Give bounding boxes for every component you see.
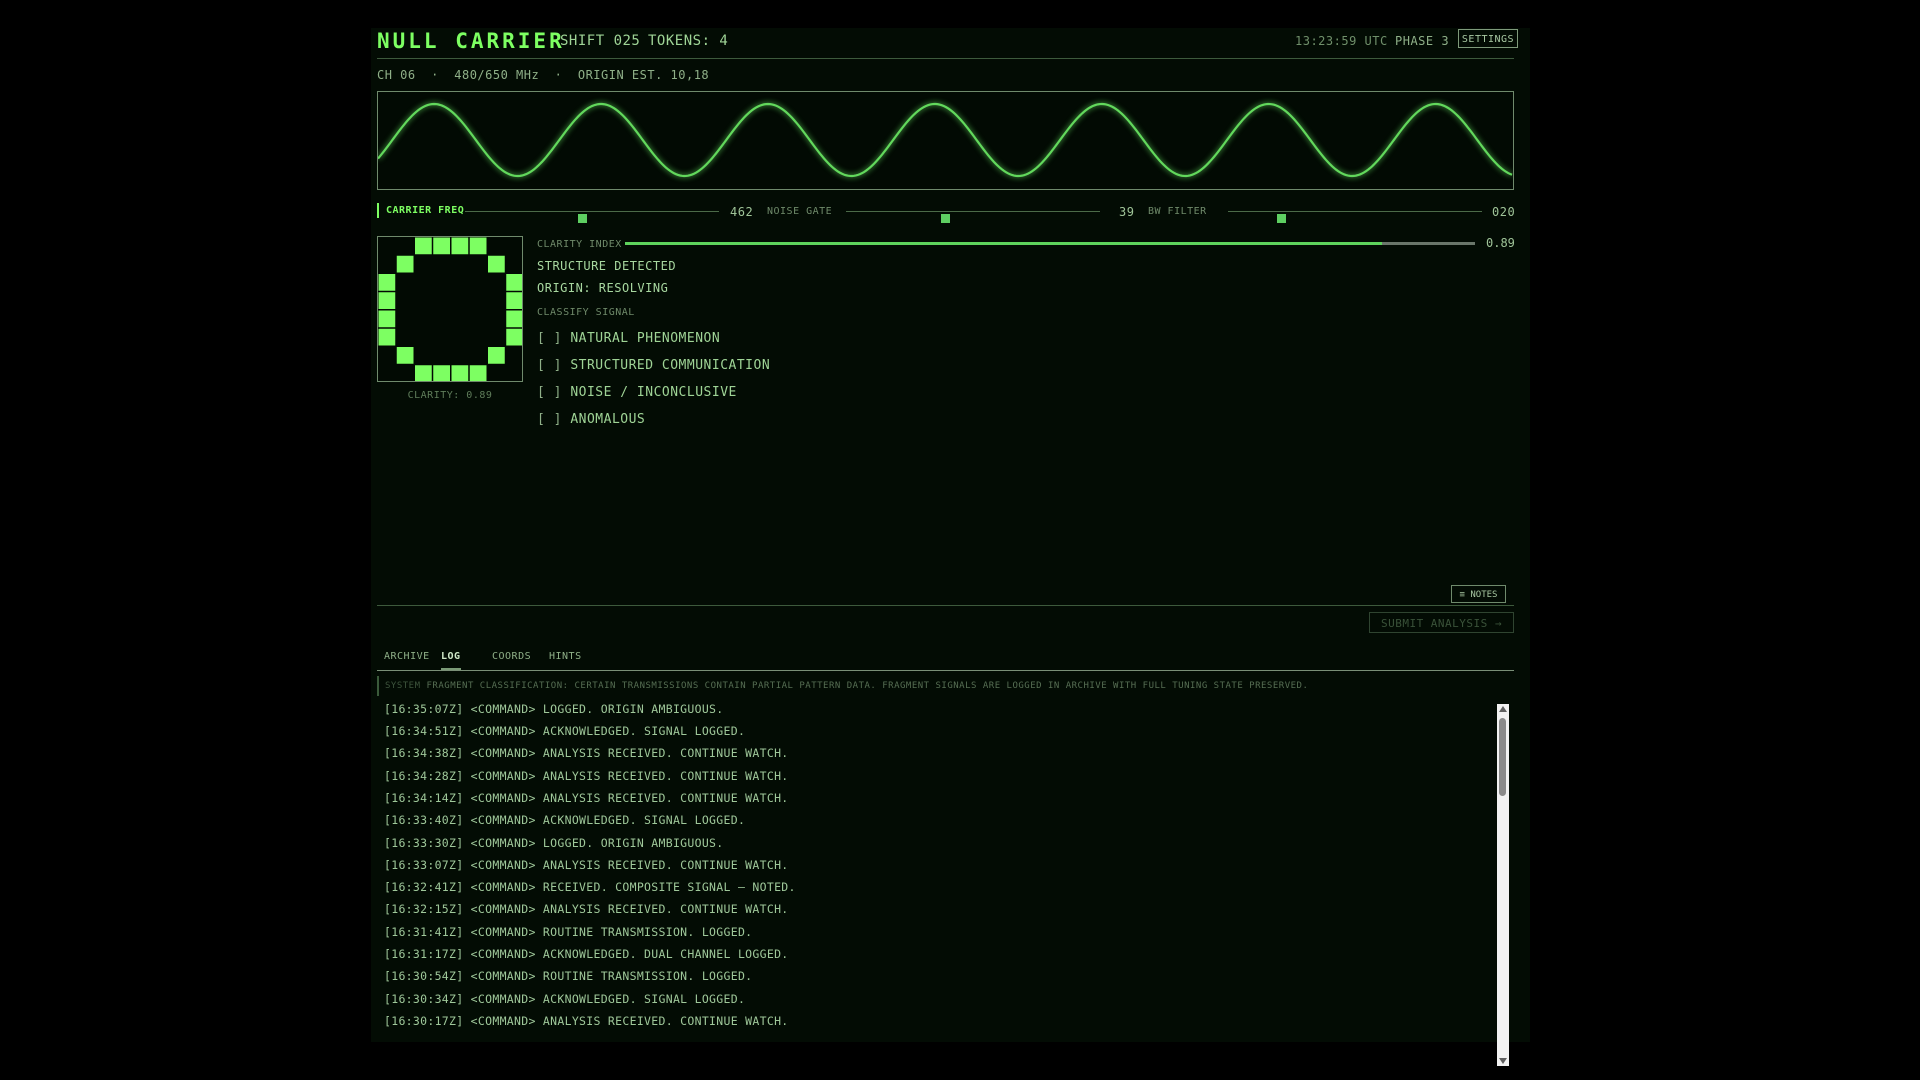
scroll-up-icon[interactable] [1499, 706, 1507, 712]
waveform-plot [378, 102, 1513, 178]
channel-info: CH 06 · 480/650 MHz · ORIGIN EST. 10,18 [377, 68, 710, 82]
system-tag: SYSTEM [385, 681, 421, 691]
utc-clock: 13:23:59 UTC [1295, 34, 1388, 48]
system-text: FRAGMENT CLASSIFICATION: CERTAIN TRANSMI… [426, 681, 1309, 691]
clarity-index-label: CLARITY INDEX [537, 239, 622, 250]
glyph-cell [396, 255, 414, 273]
glyph-cell [451, 365, 469, 381]
glyph-cell [378, 328, 396, 346]
option-anomalous[interactable]: [ ] ANOMALOUS [537, 412, 645, 427]
tab-log[interactable]: LOG [441, 651, 461, 670]
noise-gate-label: NOISE GATE [767, 206, 833, 217]
glyph-cell [469, 237, 487, 255]
waveform-display [377, 91, 1514, 190]
settings-button[interactable]: SETTINGS [1458, 29, 1518, 48]
log-entry: [16:30:34Z] <COMMAND> ACKNOWLEDGED. SIGN… [384, 992, 746, 1006]
phase-indicator: PHASE 3 [1395, 34, 1450, 48]
carrier-freq-thumb[interactable] [577, 214, 587, 223]
classify-label: CLASSIFY SIGNAL [537, 307, 635, 318]
option-label: STRUCTURED COMMUNICATION [570, 358, 771, 373]
tab-underline [377, 670, 1514, 671]
bw-filter-slider[interactable] [1228, 211, 1482, 223]
tuning-sliders: CARRIER FREQ 462 NOISE GATE 39 BW FILTER… [377, 203, 1516, 223]
log-entry: [16:33:40Z] <COMMAND> ACKNOWLEDGED. SIGN… [384, 813, 746, 827]
option-label: ANOMALOUS [570, 412, 646, 427]
glyph-grid [378, 237, 522, 381]
tab-hints[interactable]: HINTS [549, 651, 582, 668]
glyph-cell [469, 365, 487, 381]
log-entry: [16:34:38Z] <COMMAND> ANALYSIS RECEIVED.… [384, 746, 789, 760]
shift-counter: SHIFT 025 [560, 33, 641, 49]
signal-glyph [377, 236, 523, 382]
notes-button[interactable]: ≡ NOTES [1451, 585, 1506, 603]
glyph-cell [378, 292, 396, 309]
log-scrollbar[interactable] [1497, 704, 1509, 1066]
clarity-index-bar [625, 242, 1475, 245]
option-structured-communication[interactable]: [ ] STRUCTURED COMMUNICATION [537, 358, 770, 373]
glyph-cell [396, 347, 414, 364]
log-entry: [16:34:28Z] <COMMAND> ANALYSIS RECEIVED.… [384, 769, 789, 783]
bw-filter-value: 020 [1492, 205, 1516, 219]
submit-analysis-button[interactable]: SUBMIT ANALYSIS → [1369, 612, 1514, 633]
system-message: SYSTEM FRAGMENT CLASSIFICATION: CERTAIN T… [377, 676, 1308, 696]
log-panel: SYSTEM FRAGMENT CLASSIFICATION: CERTAIN T… [377, 673, 1514, 1042]
bw-filter-label: BW FILTER [1148, 206, 1207, 217]
glyph-cell [506, 292, 522, 309]
option-checkbox: [ ] [537, 331, 562, 346]
carrier-freq-slider[interactable] [465, 211, 719, 223]
status-origin: ORIGIN: RESOLVING [537, 281, 669, 295]
noise-gate-slider[interactable] [846, 211, 1100, 223]
option-noise-inconclusive[interactable]: [ ] NOISE / INCONCLUSIVE [537, 385, 737, 400]
option-natural-phenomenon[interactable]: [ ] NATURAL PHENOMENON [537, 331, 720, 346]
glyph-cell [378, 310, 396, 328]
game-title: NULL CARRIER [377, 29, 565, 53]
log-entry: [16:34:51Z] <COMMAND> ACKNOWLEDGED. SIGN… [384, 724, 746, 738]
glyph-cell [451, 237, 469, 255]
option-checkbox: [ ] [537, 385, 562, 400]
carrier-freq-label: CARRIER FREQ [377, 203, 464, 218]
token-counter: TOKENS: 4 [648, 33, 729, 49]
tab-archive[interactable]: ARCHIVE [384, 651, 430, 668]
glyph-cell [415, 237, 432, 255]
section-divider [377, 605, 1514, 606]
glyph-clarity-caption: CLARITY: 0.89 [407, 390, 493, 401]
log-entry: [16:35:07Z] <COMMAND> LOGGED. ORIGIN AMB… [384, 702, 724, 716]
glyph-cell [415, 365, 432, 381]
log-entry: [16:30:17Z] <COMMAND> ANALYSIS RECEIVED.… [384, 1014, 789, 1028]
log-entry: [16:33:07Z] <COMMAND> ANALYSIS RECEIVED.… [384, 858, 789, 872]
glyph-cell [488, 347, 505, 364]
log-entry: [16:32:15Z] <COMMAND> ANALYSIS RECEIVED.… [384, 902, 789, 916]
log-entry: [16:30:54Z] <COMMAND> ROUTINE TRANSMISSI… [384, 969, 753, 983]
glyph-cell [378, 274, 396, 291]
bw-filter-thumb[interactable] [1277, 214, 1287, 223]
option-checkbox: [ ] [537, 358, 562, 373]
waveform-line [378, 102, 1513, 178]
clarity-index-value: 0.89 [1486, 236, 1515, 250]
carrier-freq-value: 462 [730, 205, 754, 219]
log-entry: [16:31:41Z] <COMMAND> ROUTINE TRANSMISSI… [384, 925, 753, 939]
log-entry: [16:31:17Z] <COMMAND> ACKNOWLEDGED. DUAL… [384, 947, 789, 961]
status-structure: STRUCTURE DETECTED [537, 259, 677, 273]
glyph-cell [433, 237, 450, 255]
game-panel: NULL CARRIER SHIFT 025 TOKENS: 4 13:23:5… [371, 28, 1530, 1066]
noise-gate-thumb[interactable] [941, 214, 951, 223]
header-bar: NULL CARRIER SHIFT 025 TOKENS: 4 13:23:5… [377, 28, 1518, 59]
tab-coords[interactable]: COORDS [492, 651, 531, 668]
glyph-cell [488, 255, 505, 273]
log-entry: [16:34:14Z] <COMMAND> ANALYSIS RECEIVED.… [384, 791, 789, 805]
glyph-cell [433, 365, 450, 381]
option-checkbox: [ ] [537, 412, 562, 427]
option-label: NATURAL PHENOMENON [570, 331, 721, 346]
glyph-cell [506, 274, 522, 291]
scrollbar-thumb[interactable] [1499, 718, 1506, 796]
noise-gate-value: 39 [1119, 205, 1135, 219]
option-label: NOISE / INCONCLUSIVE [570, 385, 737, 400]
scroll-down-icon[interactable] [1499, 1058, 1507, 1064]
glyph-cell [506, 310, 522, 328]
log-entry: [16:32:41Z] <COMMAND> RECEIVED. COMPOSIT… [384, 880, 796, 894]
log-entry: [16:33:30Z] <COMMAND> LOGGED. ORIGIN AMB… [384, 836, 724, 850]
glyph-cell [506, 328, 522, 346]
clarity-index-fill [625, 242, 1382, 245]
